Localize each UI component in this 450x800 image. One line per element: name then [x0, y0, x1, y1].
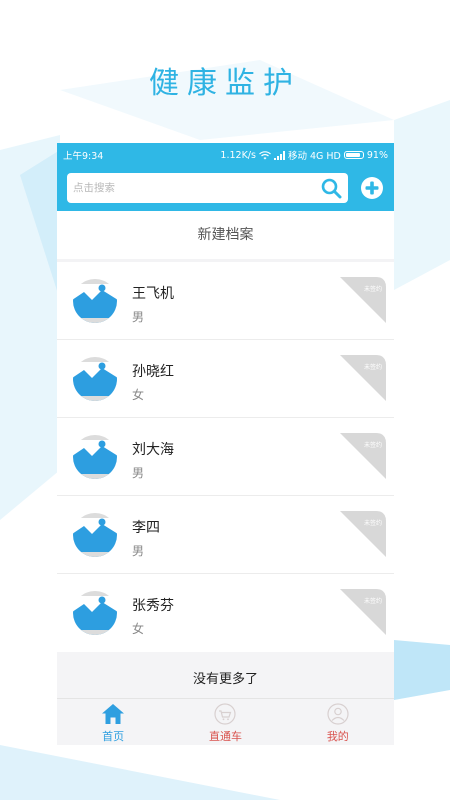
patient-row[interactable]: 刘大海 男 未签约	[57, 418, 394, 496]
badge-label: 未签约	[363, 286, 382, 293]
patient-gender: 女	[132, 388, 145, 402]
avatar-icon	[73, 591, 117, 635]
page-headline: 健康监护	[149, 66, 301, 101]
bottom-tab-bar: 首页 直通车 我的	[57, 698, 394, 745]
signal-icon	[273, 150, 285, 160]
patient-list: 王飞机 男 未签约 孙晓红 女 未签约 刘大海 男 未签约 李四 男 未签约 张…	[57, 262, 394, 652]
status-indicators: 1.12K/s 移动 4G HD 91%	[220, 148, 388, 163]
avatar-icon	[73, 435, 117, 479]
tab-mine[interactable]: 我的	[282, 699, 394, 745]
patient-name: 李四	[132, 520, 160, 536]
network-speed: 1.12K/s	[220, 149, 256, 161]
patient-row[interactable]: 张秀芬 女 未签约	[57, 574, 394, 652]
wifi-icon	[259, 150, 271, 159]
badge-label: 未签约	[363, 364, 382, 371]
battery-percent: 91%	[366, 149, 388, 161]
search-icon[interactable]	[320, 177, 342, 199]
tab-home[interactable]: 首页	[57, 699, 169, 745]
home-icon	[102, 704, 125, 724]
avatar-icon	[73, 279, 117, 323]
cart-icon	[214, 703, 237, 725]
add-button[interactable]	[360, 176, 384, 200]
no-more-label: 没有更多了	[57, 652, 394, 698]
avatar-icon	[73, 513, 117, 557]
badge-label: 未签约	[363, 598, 382, 605]
patient-row[interactable]: 王飞机 男 未签约	[57, 262, 394, 340]
search-input[interactable]	[67, 173, 307, 203]
tab-express[interactable]: 直通车	[169, 699, 281, 745]
status-bar: 上午9:34 1.12K/s 移动 4G HD 91%	[57, 143, 394, 165]
patient-name: 张秀芬	[132, 598, 174, 614]
tab-express-label: 直通车	[208, 730, 242, 743]
patient-name: 王飞机	[132, 286, 174, 302]
patient-name: 刘大海	[132, 442, 174, 458]
user-icon	[327, 703, 349, 725]
patient-gender: 男	[132, 544, 145, 558]
avatar-icon	[73, 357, 117, 401]
patient-row[interactable]: 孙晓红 女 未签约	[57, 340, 394, 418]
battery-icon	[343, 151, 364, 159]
patient-gender: 男	[132, 466, 145, 480]
badge-label: 未签约	[363, 520, 382, 527]
patient-name: 孙晓红	[132, 364, 174, 380]
carrier-label: 移动 4G HD	[287, 151, 341, 162]
patient-row[interactable]: 李四 男 未签约	[57, 496, 394, 574]
new-archive-button[interactable]: 新建档案	[57, 211, 394, 259]
search-bar	[67, 173, 348, 203]
app-screen: 上午9:34 1.12K/s 移动 4G HD 91% 点击搜索 新建档案 王飞…	[57, 143, 394, 745]
tab-home-label: 首页	[102, 730, 125, 743]
app-header: 上午9:34 1.12K/s 移动 4G HD 91%	[57, 143, 394, 211]
tab-mine-label: 我的	[326, 730, 349, 743]
patient-gender: 女	[132, 622, 145, 636]
badge-label: 未签约	[363, 442, 382, 449]
patient-gender: 男	[132, 310, 145, 324]
status-time: 上午9:34	[63, 151, 104, 162]
